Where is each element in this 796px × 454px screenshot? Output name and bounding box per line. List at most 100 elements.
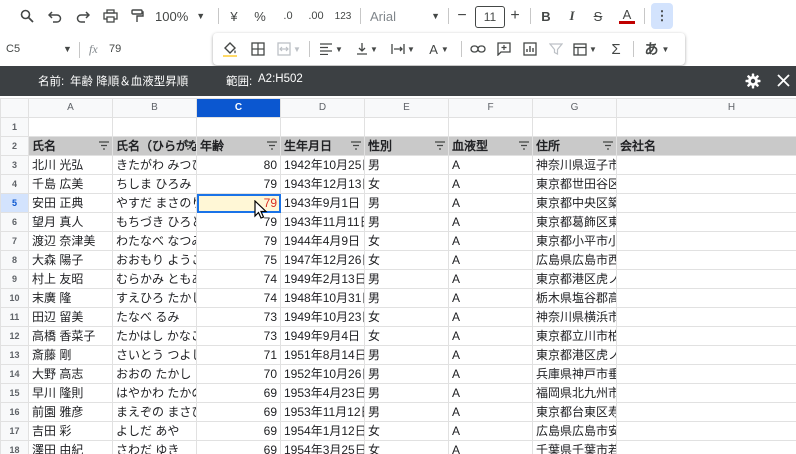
- cell[interactable]: むらかみ ともあき: [112, 269, 197, 289]
- filter-view-range[interactable]: A2:H502: [258, 73, 303, 85]
- cell[interactable]: 高橋 香菜子: [28, 326, 113, 346]
- fill-color-icon[interactable]: [219, 38, 241, 60]
- cell[interactable]: A: [448, 345, 533, 365]
- cell[interactable]: [616, 117, 796, 137]
- cell[interactable]: 兵庫県神戸市垂水区西舞子2-1-6: [532, 364, 617, 384]
- cell[interactable]: [616, 307, 796, 327]
- cell[interactable]: A: [448, 383, 533, 403]
- cell[interactable]: わたなべ なつみ: [112, 231, 197, 251]
- cell[interactable]: 男: [364, 345, 449, 365]
- cell[interactable]: 大野 高志: [28, 364, 113, 384]
- cell[interactable]: 男: [364, 288, 449, 308]
- increase-decimal-button[interactable]: .00: [306, 5, 326, 27]
- cell[interactable]: [616, 364, 796, 384]
- cell[interactable]: はやかわ たかのり: [112, 383, 197, 403]
- row-header[interactable]: 16: [0, 402, 29, 422]
- row-header[interactable]: 17: [0, 421, 29, 441]
- row-header[interactable]: 9: [0, 269, 29, 289]
- search-icon[interactable]: [16, 5, 38, 27]
- column-header[interactable]: G: [532, 98, 617, 118]
- cell[interactable]: A: [448, 193, 533, 213]
- header-cell[interactable]: 会社名: [616, 136, 796, 156]
- cell[interactable]: 栃木県塩谷郡高根沢町光陽台3-1-4ハイマート31: [532, 288, 617, 308]
- header-cell[interactable]: 生年月日: [280, 136, 365, 156]
- cell[interactable]: 1953年4月23日: [280, 383, 365, 403]
- cell[interactable]: 望月 真人: [28, 212, 113, 232]
- row-header[interactable]: 14: [0, 364, 29, 384]
- cell[interactable]: 1944年4月9日: [280, 231, 365, 251]
- font-select[interactable]: Arial ▼: [370, 5, 440, 27]
- cell[interactable]: おおもり ようこ: [112, 250, 197, 270]
- chevron-down-icon[interactable]: ▼: [63, 44, 72, 54]
- column-header[interactable]: B: [112, 98, 197, 118]
- cell[interactable]: [28, 117, 113, 137]
- italic-button[interactable]: I: [564, 5, 580, 27]
- input-tools-button[interactable]: あ ▼: [641, 38, 673, 60]
- merge-cells-icon[interactable]: ▼: [275, 38, 303, 60]
- row-header[interactable]: 6: [0, 212, 29, 232]
- font-size-input[interactable]: 11: [475, 6, 505, 28]
- cell[interactable]: 東京都世田谷区用賀3-1-10パークホームズ310: [532, 174, 617, 194]
- header-cell[interactable]: 性別: [364, 136, 449, 156]
- row-header[interactable]: 1: [0, 117, 29, 137]
- header-cell[interactable]: 血液型: [448, 136, 533, 156]
- cell[interactable]: 東京都葛飾区東四つ木2-1-19: [532, 212, 617, 232]
- cell[interactable]: 69: [196, 421, 281, 441]
- filter-button-icon[interactable]: [351, 141, 361, 150]
- insert-comment-icon[interactable]: [493, 38, 515, 60]
- header-cell[interactable]: 年齢: [196, 136, 281, 156]
- row-header[interactable]: 7: [0, 231, 29, 251]
- text-rotation-icon[interactable]: A ▼: [425, 38, 453, 60]
- cell[interactable]: A: [448, 212, 533, 232]
- cell[interactable]: [616, 402, 796, 422]
- filter-button-icon[interactable]: [435, 141, 445, 150]
- cell[interactable]: 71: [196, 345, 281, 365]
- cell[interactable]: [616, 383, 796, 403]
- functions-icon[interactable]: Σ: [605, 38, 627, 60]
- cell[interactable]: [280, 117, 365, 137]
- insert-link-icon[interactable]: [467, 38, 489, 60]
- cell[interactable]: A: [448, 421, 533, 441]
- cell[interactable]: 村上 友昭: [28, 269, 113, 289]
- row-header[interactable]: 13: [0, 345, 29, 365]
- cell[interactable]: 80: [196, 155, 281, 175]
- cell[interactable]: [616, 421, 796, 441]
- insert-chart-icon[interactable]: [519, 38, 541, 60]
- column-header[interactable]: A: [28, 98, 113, 118]
- cell[interactable]: [616, 155, 796, 175]
- row-header[interactable]: 8: [0, 250, 29, 270]
- cell[interactable]: 1949年2月13日: [280, 269, 365, 289]
- font-size-increase-button[interactable]: +: [508, 5, 522, 27]
- cell[interactable]: 1952年10月26日: [280, 364, 365, 384]
- cell[interactable]: 男: [364, 383, 449, 403]
- header-cell[interactable]: 氏名（ひらがな）: [112, 136, 197, 156]
- column-header[interactable]: C: [196, 98, 281, 118]
- cell[interactable]: 69: [196, 440, 281, 454]
- cell[interactable]: [448, 117, 533, 137]
- cell[interactable]: 大森 陽子: [28, 250, 113, 270]
- row-header[interactable]: 5: [0, 193, 29, 213]
- cell[interactable]: 1953年11月12日: [280, 402, 365, 422]
- cell[interactable]: [616, 288, 796, 308]
- cell[interactable]: 1954年1月12日: [280, 421, 365, 441]
- cell[interactable]: 女: [364, 307, 449, 327]
- cell[interactable]: 男: [364, 269, 449, 289]
- row-header[interactable]: 3: [0, 155, 29, 175]
- filter-views-icon[interactable]: ▼: [571, 38, 599, 60]
- cell[interactable]: 広島県広島市安芸区船越南1-4-6: [532, 421, 617, 441]
- cell[interactable]: 1943年12月13日: [280, 174, 365, 194]
- cell[interactable]: 74: [196, 269, 281, 289]
- close-icon[interactable]: [777, 74, 790, 90]
- paint-format-icon[interactable]: [126, 5, 148, 27]
- cell[interactable]: さいとう つよし: [112, 345, 197, 365]
- cell[interactable]: 1949年10月23日: [280, 307, 365, 327]
- cell[interactable]: 東京都小平市小川西町2-4-11: [532, 231, 617, 251]
- formula-input[interactable]: 79: [109, 43, 121, 55]
- cell[interactable]: 安田 正典: [28, 193, 113, 213]
- vertical-align-icon[interactable]: ▼: [353, 38, 381, 60]
- cell[interactable]: きたがわ みつひろ: [112, 155, 197, 175]
- cell[interactable]: [196, 117, 281, 137]
- borders-icon[interactable]: [247, 38, 269, 60]
- cell[interactable]: 73: [196, 326, 281, 346]
- cell[interactable]: 吉田 彩: [28, 421, 113, 441]
